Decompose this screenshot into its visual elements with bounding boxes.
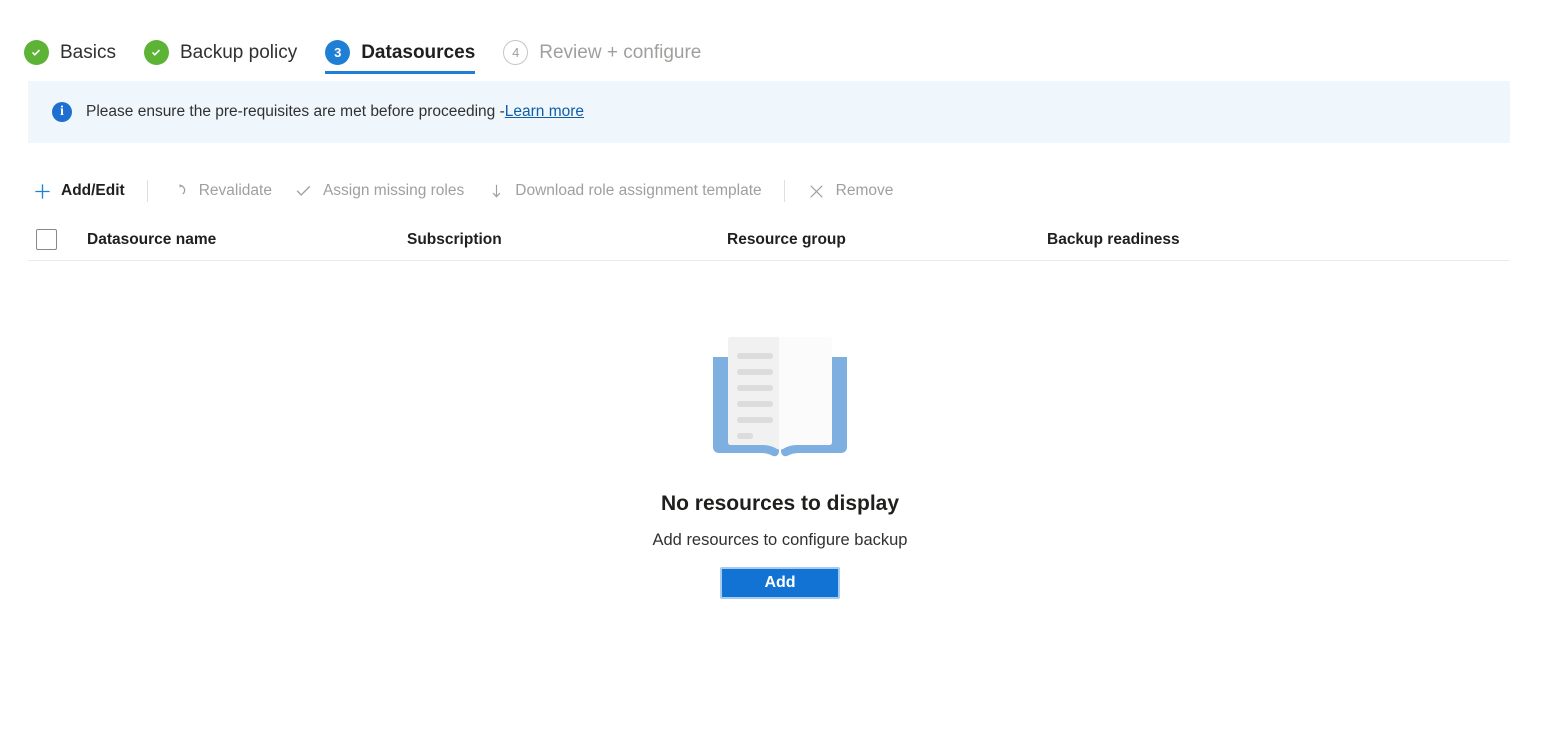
add-button[interactable]: Add xyxy=(720,567,840,599)
wizard-tab-strip: Basics Backup policy 3 Datasources 4 Rev… xyxy=(0,0,1560,74)
banner-message: Please ensure the pre-requisites are met… xyxy=(86,103,505,120)
command-label: Remove xyxy=(835,182,894,199)
step-number-icon: 3 xyxy=(325,39,351,65)
tab-label: Datasources xyxy=(361,41,476,63)
command-label: Assign missing roles xyxy=(322,182,465,199)
refresh-icon xyxy=(170,181,190,201)
empty-state-title: No resources to display xyxy=(660,492,900,515)
command-label: Add/Edit xyxy=(61,182,125,199)
toolbar-divider xyxy=(146,180,148,202)
tab-datasources[interactable]: 3 Datasources xyxy=(325,30,489,74)
assign-missing-roles-button[interactable]: Assign missing roles xyxy=(294,175,464,207)
check-circle-icon xyxy=(143,39,169,65)
datasources-table-header: Datasource name Subscription Resource gr… xyxy=(28,219,1510,261)
tab-label: Review + configure xyxy=(539,41,702,63)
command-label: Download role assignment template xyxy=(515,182,762,199)
revalidate-button[interactable]: Revalidate xyxy=(170,175,272,207)
column-header-subscription[interactable]: Subscription xyxy=(407,231,727,249)
checkmark-icon xyxy=(294,181,314,201)
download-icon xyxy=(486,181,506,201)
command-label: Revalidate xyxy=(198,182,272,199)
empty-state: No resources to display Add resources to… xyxy=(0,329,1560,599)
command-toolbar: Add/Edit Revalidate Assign missing roles… xyxy=(32,171,1560,211)
tab-basics[interactable]: Basics xyxy=(24,30,130,74)
select-all-checkbox[interactable] xyxy=(36,229,57,250)
check-circle-icon xyxy=(24,39,49,65)
toolbar-divider xyxy=(783,180,785,202)
remove-button[interactable]: Remove xyxy=(807,175,894,207)
learn-more-link[interactable]: Learn more xyxy=(505,103,584,121)
open-book-icon xyxy=(705,329,855,464)
download-role-assignment-template-button[interactable]: Download role assignment template xyxy=(486,175,762,207)
close-icon xyxy=(807,181,827,201)
prerequisites-info-banner: i Please ensure the pre-requisites are m… xyxy=(28,81,1510,143)
tab-backup-policy[interactable]: Backup policy xyxy=(143,30,311,74)
empty-state-subtitle: Add resources to configure backup xyxy=(652,531,908,549)
column-header-backup-readiness[interactable]: Backup readiness xyxy=(1047,231,1367,249)
plus-icon xyxy=(32,181,52,201)
info-icon: i xyxy=(52,102,72,122)
add-edit-button[interactable]: Add/Edit xyxy=(32,175,125,207)
tab-label: Backup policy xyxy=(179,41,298,63)
tab-label: Basics xyxy=(60,41,116,63)
column-header-datasource-name[interactable]: Datasource name xyxy=(87,231,407,249)
column-header-resource-group[interactable]: Resource group xyxy=(727,231,1047,249)
tab-review-configure[interactable]: 4 Review + configure xyxy=(503,30,715,74)
step-number-icon: 4 xyxy=(503,39,529,65)
